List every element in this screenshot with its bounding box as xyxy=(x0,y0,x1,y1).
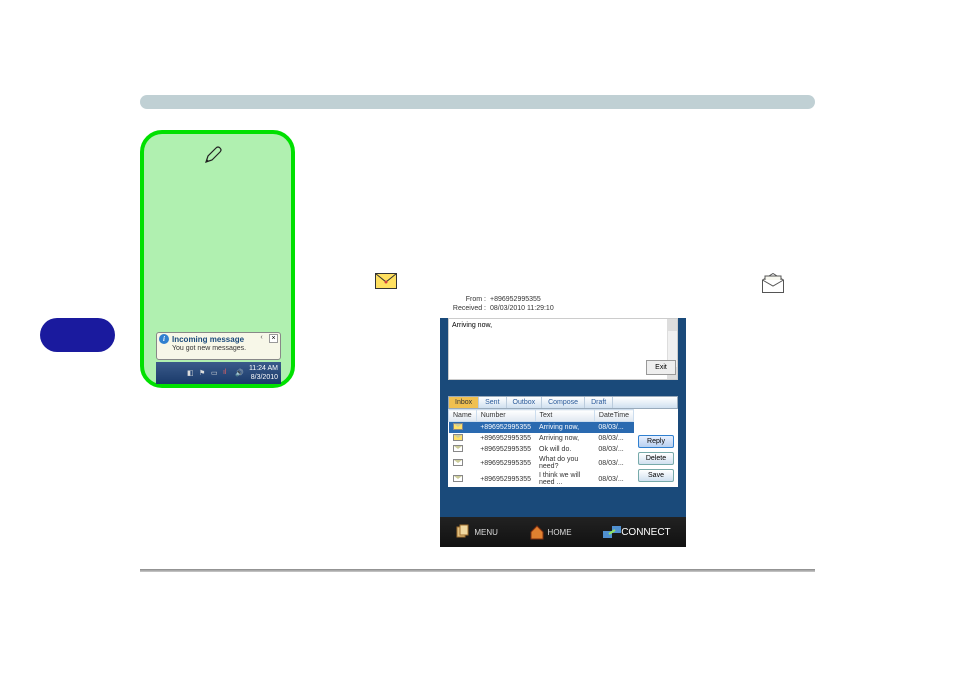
windows-taskbar[interactable]: ◧ ⚑ ▭ ıl 🔊 11:24 AM 8/3/2010 xyxy=(156,362,281,384)
home-icon xyxy=(529,524,545,540)
taskbar-time: 11:24 AM xyxy=(249,364,278,373)
envelope-closed-icon xyxy=(375,273,397,294)
message-body-textarea[interactable]: Arriving now, xyxy=(448,318,678,380)
tray-volume-icon[interactable]: 🔊 xyxy=(235,369,244,378)
tab-outbox[interactable]: Outbox xyxy=(507,397,543,408)
table-row[interactable]: +896952995355 Ok will do. 08/03/... xyxy=(449,444,634,455)
notification-body: You got new messages. xyxy=(157,345,280,354)
tray-app-icon[interactable]: ◧ xyxy=(187,369,196,378)
bottom-divider xyxy=(140,569,815,572)
connect-icon xyxy=(602,524,618,540)
save-button[interactable]: Save xyxy=(638,469,674,482)
notification-title: Incoming message xyxy=(172,335,244,344)
balloon-prev-icon[interactable]: ‹ xyxy=(257,334,266,343)
tray-network-icon[interactable]: ▭ xyxy=(211,369,220,378)
col-text[interactable]: Text xyxy=(535,410,594,422)
mail-unread-icon xyxy=(453,434,463,441)
notification-balloon[interactable]: i Incoming message You got new messages.… xyxy=(156,332,281,360)
table-row[interactable]: +896952995355 Arriving now, 08/03/... xyxy=(449,422,634,434)
system-tray[interactable]: ◧ ⚑ ▭ ıl 🔊 xyxy=(187,369,246,378)
mail-read-icon xyxy=(453,445,463,452)
tray-flag-icon[interactable]: ⚑ xyxy=(199,369,208,378)
delete-button[interactable]: Delete xyxy=(638,452,674,465)
menu-button[interactable]: MENU xyxy=(455,524,498,540)
table-row[interactable]: +896952995355 I think we will need ... 0… xyxy=(449,471,634,487)
tab-sent[interactable]: Sent xyxy=(479,397,506,408)
info-icon: i xyxy=(159,334,169,344)
col-datetime[interactable]: DateTime xyxy=(594,410,633,422)
message-body-text: Arriving now, xyxy=(452,322,492,329)
sms-header-panel: From : +896952995355 Received : 08/03/20… xyxy=(440,290,686,318)
pen-icon xyxy=(204,146,222,169)
mail-read-icon xyxy=(453,475,463,482)
menu-icon xyxy=(455,524,471,540)
balloon-close-icon[interactable]: × xyxy=(269,334,278,343)
tab-inbox[interactable]: Inbox xyxy=(449,397,479,408)
tab-draft[interactable]: Draft xyxy=(585,397,613,408)
sms-bottom-bar: MENU HOME CONNECT xyxy=(440,517,686,547)
sms-application-window: From : +896952995355 Received : 08/03/20… xyxy=(440,290,686,547)
col-name[interactable]: Name xyxy=(449,410,477,422)
mail-unread-icon xyxy=(453,423,463,430)
from-label: From : xyxy=(448,296,490,303)
table-row[interactable]: +896952995355 Arriving now, 08/03/... xyxy=(449,433,634,444)
top-divider-bar xyxy=(140,95,815,109)
sms-action-buttons: Reply Delete Save xyxy=(634,409,678,487)
reply-button[interactable]: Reply xyxy=(638,435,674,448)
sms-message-table[interactable]: Name Number Text DateTime +896952995355 … xyxy=(448,409,634,487)
received-label: Received : xyxy=(448,305,490,312)
tab-compose[interactable]: Compose xyxy=(542,397,585,408)
connect-button[interactable]: CONNECT xyxy=(602,524,670,540)
envelope-open-icon xyxy=(762,273,784,298)
sms-list-panel: Name Number Text DateTime +896952995355 … xyxy=(448,409,678,487)
tray-signal-icon[interactable]: ıl xyxy=(223,369,232,378)
taskbar-date: 8/3/2010 xyxy=(249,373,278,382)
blue-note-lozenge xyxy=(40,318,115,352)
received-value: 08/03/2010 11:29:10 xyxy=(490,305,554,312)
exit-button[interactable]: Exit xyxy=(646,360,676,375)
taskbar-clock[interactable]: 11:24 AM 8/3/2010 xyxy=(246,364,281,382)
table-row[interactable]: +896952995355 What do you need? 08/03/..… xyxy=(449,455,634,471)
sms-tabs: Inbox Sent Outbox Compose Draft xyxy=(448,396,678,409)
col-number[interactable]: Number xyxy=(476,410,535,422)
from-value: +896952995355 xyxy=(490,296,541,303)
mail-read-icon xyxy=(453,459,463,466)
home-button[interactable]: HOME xyxy=(529,524,572,540)
